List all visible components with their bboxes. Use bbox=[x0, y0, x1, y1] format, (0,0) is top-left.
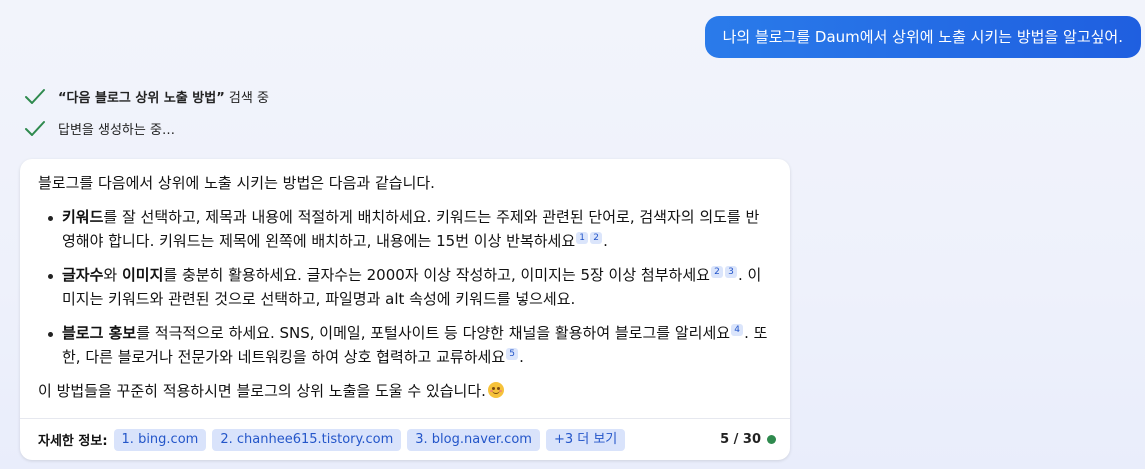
closing-text: 이 방법들을 꾸준히 적용하시면 블로그의 상위 노출을 도울 수 있습니다. bbox=[38, 382, 486, 400]
citation-link[interactable]: 1 bbox=[576, 232, 589, 244]
answer-body: 블로그를 다음에서 상위에 노출 시키는 방법은 다음과 같습니다. 키워드를 … bbox=[20, 159, 790, 403]
source-chip[interactable]: 2. chanhee615.tistory.com bbox=[212, 428, 402, 451]
keyword-term: 블로그 홍보 bbox=[62, 324, 137, 342]
status-generating-text: 답변을 생성하는 중… bbox=[58, 123, 175, 138]
check-icon bbox=[25, 88, 45, 104]
chat-page: 나의 블로그를 Daum에서 상위에 노출 시키는 방법을 알고싶어. “다음 … bbox=[0, 0, 1145, 469]
citation-link[interactable]: 2 bbox=[710, 266, 723, 278]
sources-label: 자세한 정보: bbox=[38, 434, 108, 449]
status-generating: 답변을 생성하는 중… bbox=[24, 119, 175, 138]
list-item: 블로그 홍보를 적극적으로 하세요. SNS, 이메일, 포털사이트 등 다양한… bbox=[38, 321, 772, 369]
point-text: 를 충분히 활용하세요. 글자수는 2000자 이상 작성하고, 이미지는 5장… bbox=[163, 266, 710, 284]
check-icon bbox=[25, 120, 45, 136]
status-searching: “다음 블로그 상위 노출 방법” 검색 중 bbox=[24, 87, 269, 106]
keyword-term: 이미지 bbox=[121, 266, 164, 284]
citation-link[interactable]: 4 bbox=[731, 324, 744, 336]
point-end: . bbox=[603, 232, 608, 250]
answer-card: 블로그를 다음에서 상위에 노출 시키는 방법은 다음과 같습니다. 키워드를 … bbox=[20, 159, 790, 460]
answer-closing: 이 방법들을 꾸준히 적용하시면 블로그의 상위 노출을 도울 수 있습니다. bbox=[38, 379, 772, 403]
source-chip[interactable]: 1. bing.com bbox=[113, 428, 207, 451]
point-text: 와 bbox=[103, 266, 122, 284]
list-item: 글자수와 이미지를 충분히 활용하세요. 글자수는 2000자 이상 작성하고,… bbox=[38, 263, 772, 311]
answer-points-list: 키워드를 잘 선택하고, 제목과 내용에 적절하게 배치하세요. 키워드는 주제… bbox=[38, 205, 772, 369]
user-message-bubble: 나의 블로그를 Daum에서 상위에 노출 시키는 방법을 알고싶어. bbox=[704, 16, 1141, 58]
search-suffix: 검색 중 bbox=[224, 91, 269, 106]
citation-link[interactable]: 3 bbox=[724, 266, 737, 278]
sources-footer: 자세한 정보: 1. bing.com 2. chanhee615.tistor… bbox=[20, 418, 790, 460]
point-text: 를 적극적으로 하세요. SNS, 이메일, 포털사이트 등 다양한 채널을 활… bbox=[136, 324, 731, 342]
more-sources-button[interactable]: +3 더 보기 bbox=[545, 428, 626, 451]
status-search-text: “다음 블로그 상위 노출 방법” 검색 중 bbox=[58, 87, 269, 106]
answer-intro: 블로그를 다음에서 상위에 노출 시키는 방법은 다음과 같습니다. bbox=[38, 174, 435, 192]
citation-link[interactable]: 5 bbox=[506, 348, 519, 360]
keyword-term: 키워드 bbox=[62, 208, 104, 226]
source-chip[interactable]: 3. blog.naver.com bbox=[407, 428, 540, 451]
point-end: . bbox=[519, 348, 524, 366]
smiling-face-emoji bbox=[487, 382, 504, 398]
citation-link[interactable]: 2 bbox=[590, 232, 603, 244]
response-counter: 5 / 30 bbox=[720, 432, 761, 447]
list-item: 키워드를 잘 선택하고, 제목과 내용에 적절하게 배치하세요. 키워드는 주제… bbox=[38, 205, 772, 253]
status-dot bbox=[767, 435, 776, 444]
point-text: 를 잘 선택하고, 제목과 내용에 적절하게 배치하세요. 키워드는 주제와 관… bbox=[62, 208, 760, 250]
keyword-term: 글자수 bbox=[62, 266, 104, 284]
search-query: “다음 블로그 상위 노출 방법” bbox=[58, 91, 225, 106]
